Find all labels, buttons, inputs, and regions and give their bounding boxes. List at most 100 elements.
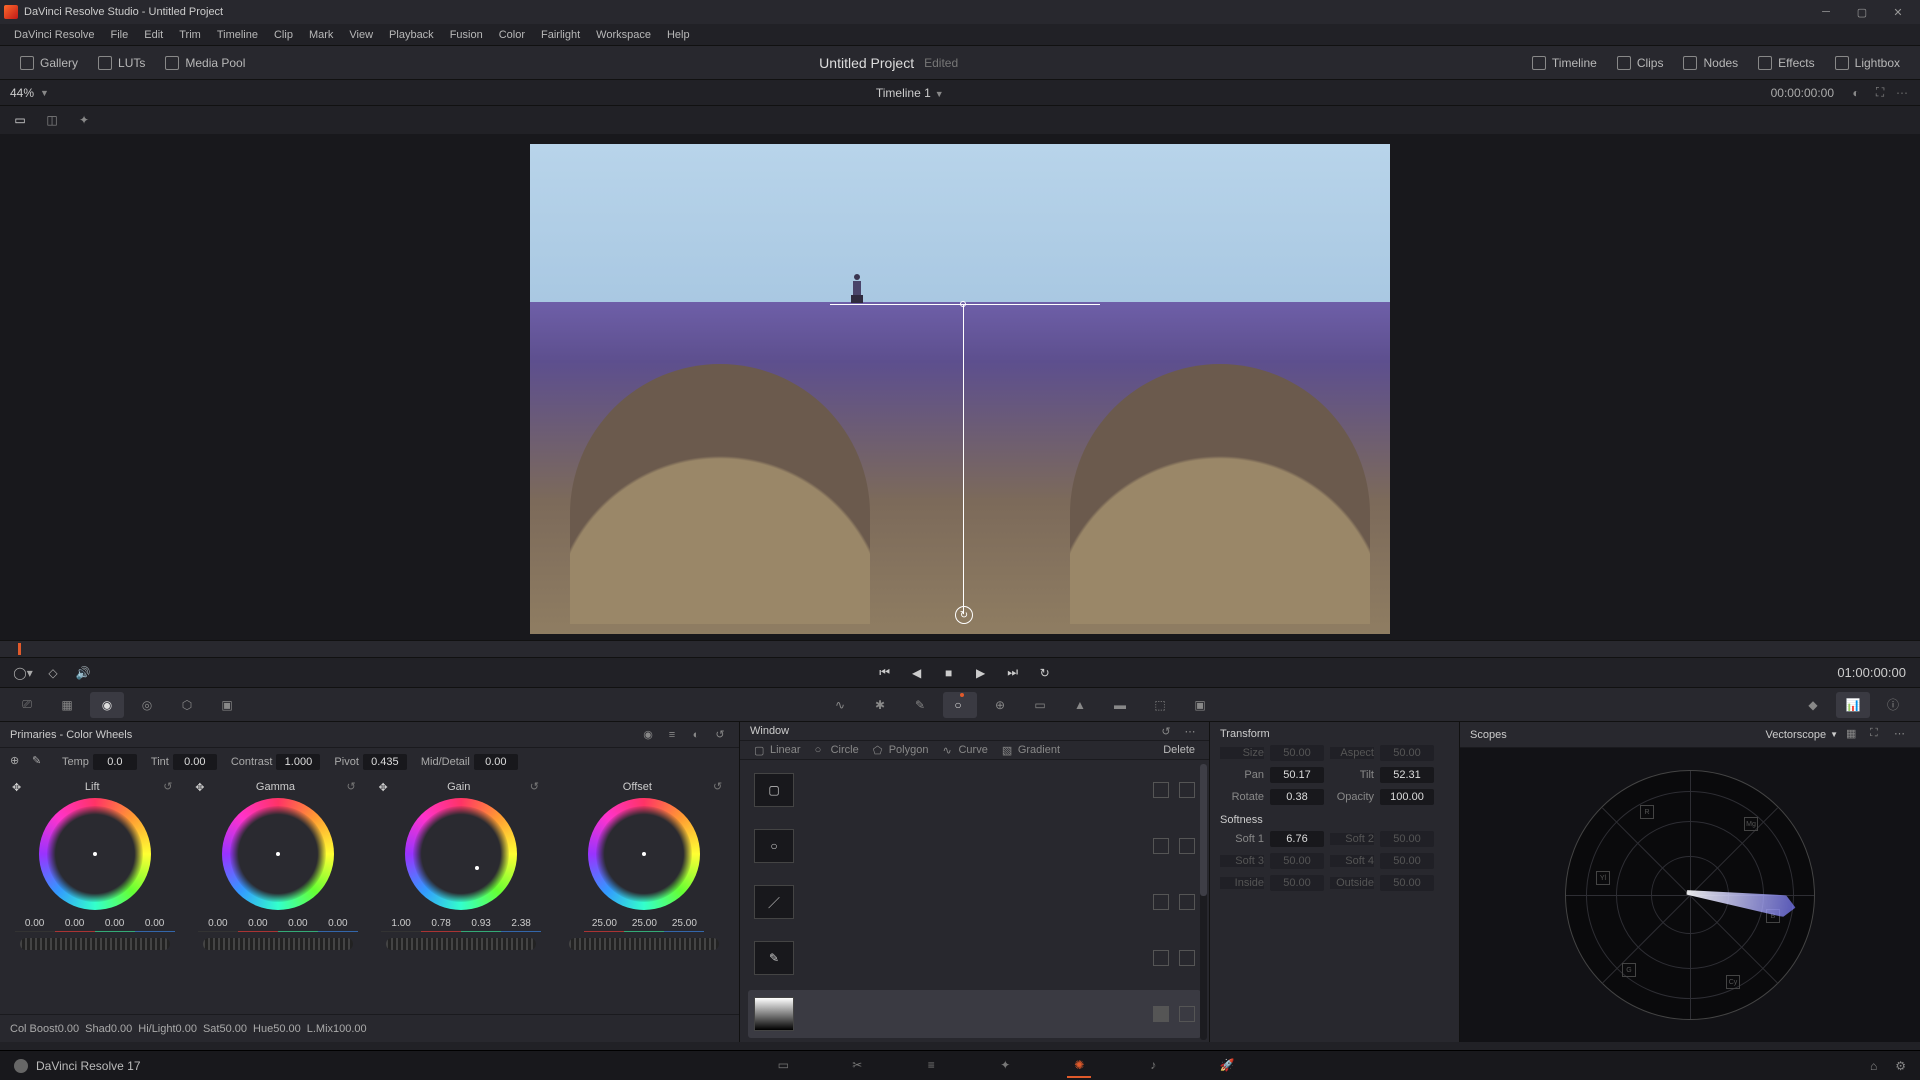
scope-expand-icon[interactable]: ⛶ [1870,727,1886,743]
gradient-window-handle[interactable]: ↻ [955,606,973,624]
menu-timeline[interactable]: Timeline [209,24,266,46]
gamma-picker-icon[interactable]: ✥ [195,781,204,794]
split-screen-icon[interactable]: ◫ [42,111,62,129]
expand-viewer-icon[interactable]: ⛶ [1872,85,1888,101]
lift-y-value[interactable]: 0.00 [15,918,55,932]
sizing-icon[interactable]: ⬚ [1143,692,1177,718]
offset-reset-icon[interactable]: ↺ [713,780,727,794]
window-item-curve2[interactable]: ✎ [748,934,1201,982]
image-wipe-icon[interactable]: ▭ [10,111,30,129]
menu-mark[interactable]: Mark [301,24,341,46]
outside-value[interactable]: 50.00 [1380,875,1434,891]
menu-color[interactable]: Color [491,24,533,46]
window-invert-toggle[interactable] [1179,782,1195,798]
fairlight-page-button[interactable]: ♪ [1141,1054,1165,1078]
hdr-wheels-icon[interactable]: ◎ [130,692,164,718]
mute-icon[interactable]: 🔊 [74,664,92,682]
tilt-value[interactable]: 52.31 [1380,767,1434,783]
unmix-icon[interactable]: ◇ [44,664,62,682]
add-linear-button[interactable]: ▢Linear [748,741,807,759]
minimize-button[interactable]: ─ [1808,0,1844,24]
clips-button[interactable]: Clips [1607,52,1674,74]
color-wheels-icon[interactable]: ◉ [90,692,124,718]
3d-icon[interactable]: ▣ [1183,692,1217,718]
log-mode-icon[interactable]: ◐ [687,726,705,744]
window-mask-toggle[interactable] [1153,894,1169,910]
offset-wheel[interactable] [588,798,700,910]
window-item-curve[interactable]: ／ [748,878,1201,926]
camera-raw-icon[interactable]: ⎚ [10,692,44,718]
menu-playback[interactable]: Playback [381,24,442,46]
tint-value[interactable]: 0.00 [173,754,217,770]
nodes-button[interactable]: Nodes [1673,52,1748,74]
pan-value[interactable]: 50.17 [1270,767,1324,783]
window-item-circle[interactable]: ○ [748,822,1201,870]
gamma-y-value[interactable]: 0.00 [198,918,238,932]
lift-b-value[interactable]: 0.00 [135,918,175,932]
gradient-window-arrow[interactable] [963,304,964,614]
highlight-icon[interactable]: ✦ [74,111,94,129]
reverse-button[interactable]: ◀ [908,664,926,682]
scope-layout-icon[interactable]: ▦ [1846,727,1862,743]
offset-r-value[interactable]: 25.00 [584,918,624,932]
sat-value[interactable]: 50.00 [219,1023,247,1035]
scrollbar-thumb[interactable] [1200,764,1207,896]
window-invert-toggle[interactable] [1179,838,1195,854]
pivot-value[interactable]: 0.435 [363,754,407,770]
window-mask-toggle[interactable] [1153,782,1169,798]
blur-icon[interactable]: ▲ [1063,692,1097,718]
window-invert-toggle[interactable] [1179,950,1195,966]
lift-picker-icon[interactable]: ✥ [12,781,21,794]
menu-edit[interactable]: Edit [136,24,171,46]
soft3-value[interactable]: 50.00 [1270,853,1324,869]
close-button[interactable]: ✕ [1880,0,1916,24]
lmix-value[interactable]: 100.00 [333,1023,367,1035]
add-circle-button[interactable]: ○Circle [809,741,865,759]
add-gradient-button[interactable]: ▧Gradient [996,741,1066,759]
stop-button[interactable]: ■ [940,664,958,682]
menu-workspace[interactable]: Workspace [588,24,659,46]
middetail-value[interactable]: 0.00 [474,754,518,770]
info-icon[interactable]: ⓘ [1876,692,1910,718]
bars-mode-icon[interactable]: ≡ [663,726,681,744]
playhead[interactable] [18,643,21,655]
window-invert-toggle[interactable] [1179,894,1195,910]
window-item-gradient[interactable] [748,990,1201,1038]
rgb-mixer-icon[interactable]: ⬡ [170,692,204,718]
gamma-reset-icon[interactable]: ↺ [347,780,361,794]
zoom-dropdown[interactable]: 44%▼ [10,86,49,100]
edit-page-button[interactable]: ≡ [919,1054,943,1078]
qualifier-icon[interactable]: ✎ [903,692,937,718]
rotate-value[interactable]: 0.38 [1270,789,1324,805]
record-timecode[interactable]: 01:00:00:00 [1837,665,1906,680]
media-pool-button[interactable]: Media Pool [155,52,255,74]
inside-value[interactable]: 50.00 [1270,875,1324,891]
home-button[interactable]: ⌂ [1870,1059,1877,1073]
contrast-value[interactable]: 1.000 [276,754,320,770]
onscreen-control-dropdown[interactable]: ◯▾ [14,664,32,682]
keyframe-icon[interactable]: ◆ [1796,692,1830,718]
auto-balance-icon[interactable]: ⊕ [10,754,26,770]
hue-value[interactable]: 50.00 [273,1023,301,1035]
window-reset-icon[interactable]: ↺ [1157,722,1175,740]
viewer-options-icon[interactable]: ⋯ [1896,86,1910,100]
key-icon[interactable]: ▬ [1103,692,1137,718]
window-mask-toggle[interactable] [1153,1006,1169,1022]
lift-master-jog[interactable] [20,938,170,950]
gamma-wheel[interactable] [222,798,334,910]
menu-clip[interactable]: Clip [266,24,301,46]
project-settings-button[interactable]: ⚙ [1895,1059,1906,1073]
delete-window-button[interactable]: Delete [1157,741,1201,759]
gamma-master-jog[interactable] [203,938,353,950]
lightbox-button[interactable]: Lightbox [1825,52,1910,74]
gain-reset-icon[interactable]: ↺ [530,780,544,794]
curves-icon[interactable]: ∿ [823,692,857,718]
add-curve-button[interactable]: ∿Curve [936,741,993,759]
gain-r-value[interactable]: 0.78 [421,918,461,932]
gamma-g-value[interactable]: 0.00 [278,918,318,932]
soft2-value[interactable]: 50.00 [1380,831,1434,847]
loop-button[interactable]: ↻ [1036,664,1054,682]
magic-mask-icon[interactable]: ▭ [1023,692,1057,718]
gamma-b-value[interactable]: 0.00 [318,918,358,932]
menu-file[interactable]: File [103,24,137,46]
